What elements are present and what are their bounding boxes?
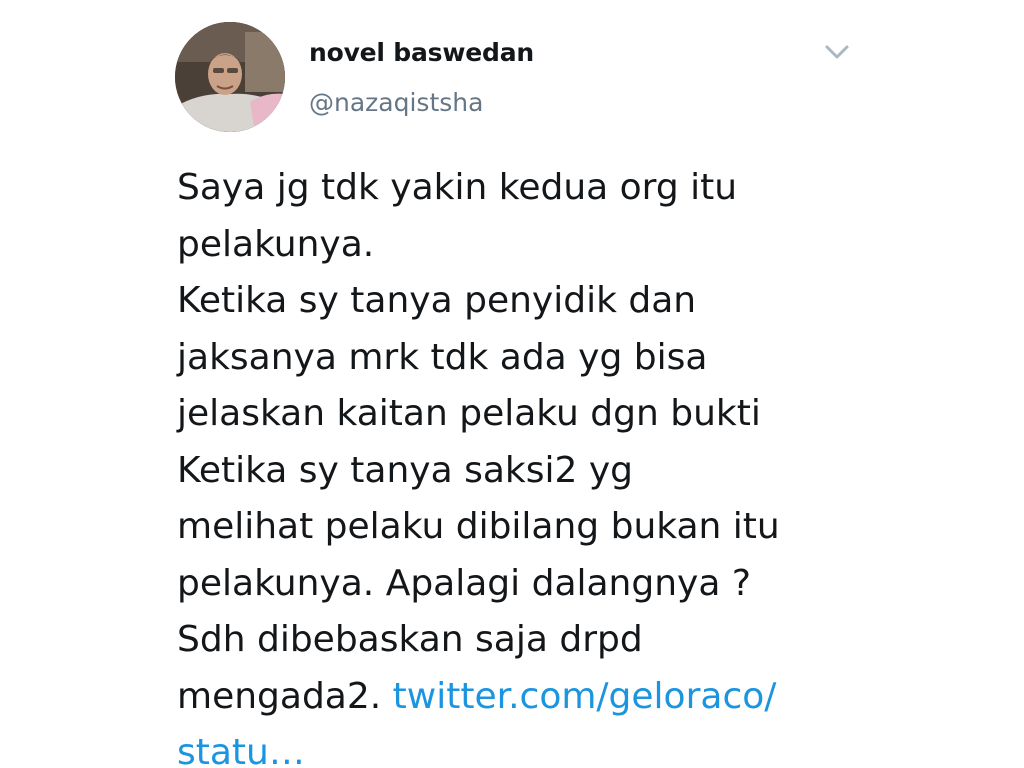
tweet-line: pelakunya. — [177, 223, 375, 265]
author-handle[interactable]: @nazaqistsha — [309, 88, 483, 117]
chevron-down-icon[interactable] — [822, 40, 852, 64]
tweet-line: Saya jg tdk yakin kedua org itu — [177, 167, 738, 208]
author-name[interactable]: novel baswedan — [309, 38, 534, 67]
tweet-line: melihat pelaku dibilang bukan itu — [177, 506, 780, 547]
avatar-photo-icon — [175, 22, 285, 132]
tweet-line: pelakunya. Apalagi dalangnya ? — [177, 562, 751, 604]
tweet-line-with-link: mengada2. twitter.com/geloraco/ — [177, 669, 877, 726]
tweet-link[interactable]: twitter.com/geloraco/ — [393, 676, 777, 717]
tweet-line: Ketika sy tanya penyidik dan — [177, 280, 697, 321]
tweet-text: Saya jg tdk yakin kedua org itu pelakuny… — [177, 160, 877, 768]
tweet-line: Sdh dibebaskan saja drpd — [177, 619, 643, 660]
tweet-link-continuation: statu… — [177, 725, 877, 768]
tweet-card: novel baswedan @nazaqistsha Saya jg tdk … — [0, 0, 1024, 768]
tweet-line: jelaskan kaitan pelaku dgn bukti — [177, 393, 761, 434]
tweet-line: Ketika sy tanya saksi2 yg — [177, 449, 634, 491]
tweet-link[interactable]: statu… — [177, 732, 305, 768]
tweet-line-text: mengada2. — [177, 675, 393, 717]
tweet-line: jaksanya mrk tdk ada yg bisa — [177, 336, 708, 378]
author-avatar[interactable] — [175, 22, 285, 132]
